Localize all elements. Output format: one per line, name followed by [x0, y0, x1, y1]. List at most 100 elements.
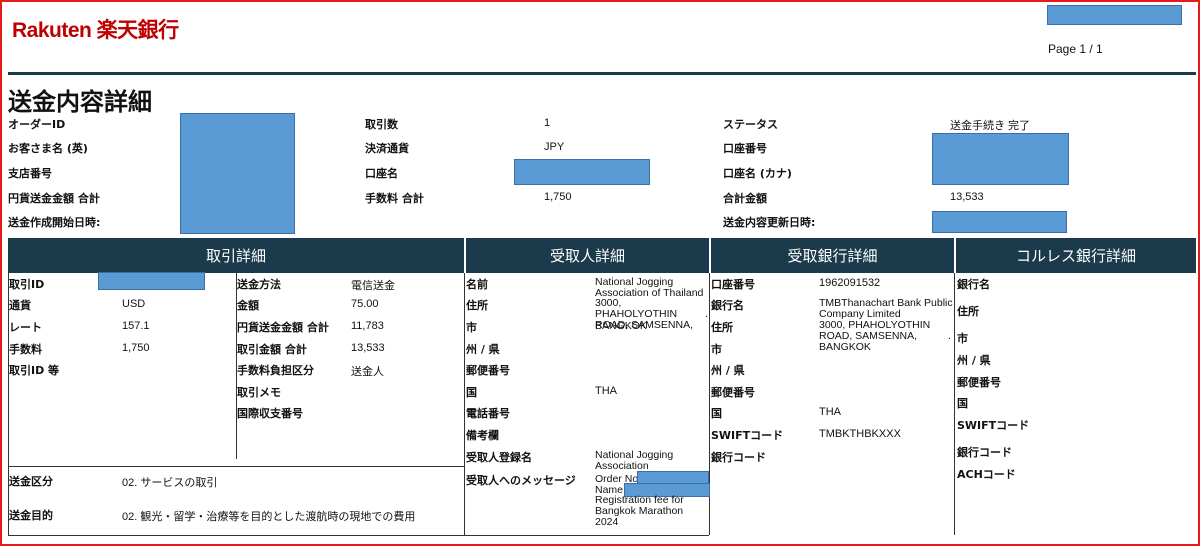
- recipient-name-label: 名前: [466, 278, 488, 291]
- recipient-phone-label: 電話番号: [466, 407, 510, 420]
- account-kana-label: 口座名 (カナ): [723, 167, 792, 180]
- fee: 1,750: [122, 342, 150, 354]
- txn-currency: USD: [122, 298, 146, 310]
- rakuten-bank-logo: Rakuten 楽天銀行: [12, 19, 179, 42]
- recipient-state-label: 州 / 県: [466, 343, 500, 356]
- order-id-label: オーダーID: [8, 118, 66, 131]
- corr-swift-label: SWIFTコード: [957, 419, 1030, 432]
- bank-city-label: 市: [711, 343, 722, 356]
- txn-count: 1: [544, 117, 551, 129]
- txn-jpy-total-label: 円貨送金金額 合計: [237, 321, 329, 334]
- txn-id-label: 取引ID: [9, 278, 45, 291]
- bank-country: THA: [819, 406, 841, 418]
- recipient-postal-label: 郵便番号: [466, 364, 510, 377]
- recipient-notes-label: 備考欄: [466, 429, 499, 442]
- bank-address-label: 住所: [711, 321, 733, 334]
- recipient-city: BANGKOK: [595, 320, 647, 332]
- table-border-bottom: [8, 535, 709, 536]
- purpose-label: 送金目的: [9, 509, 53, 522]
- corr-postal-label: 郵便番号: [957, 376, 1001, 389]
- page-number: Page 1 / 1: [1048, 42, 1103, 56]
- bank-swift-label: SWIFTコード: [711, 429, 784, 442]
- fee-bearer: 送金人: [351, 366, 384, 378]
- bank-account: 1962091532: [819, 277, 881, 289]
- txn-currency-label: 通貨: [9, 299, 31, 312]
- method-label: 送金方法: [237, 278, 281, 291]
- corr-state-label: 州 / 県: [957, 354, 991, 367]
- section-header-transaction: 取引詳細: [8, 238, 464, 273]
- redacted-txn-id: [98, 272, 205, 290]
- category-label: 送金区分: [9, 475, 53, 488]
- bank-swift: TMBKTHBKXXX: [819, 428, 901, 440]
- bank-name: TMBThanachart Bank Public Company Limite…: [819, 297, 953, 320]
- header-rule: [8, 72, 1196, 75]
- bank-country-label: 国: [711, 407, 722, 420]
- redacted-updated-time: [932, 211, 1067, 233]
- fee-total-label: 手数料 合計: [365, 192, 424, 205]
- bank-code-label: 銀行コード: [711, 451, 766, 464]
- transaction-border-right: [464, 273, 465, 535]
- category: 02. サービスの取引: [122, 477, 218, 489]
- rate: 157.1: [122, 320, 150, 332]
- message-text: Registration fee for Bangkok Marathon 20…: [595, 494, 684, 528]
- created-label: 送金作成開始日時:: [8, 216, 101, 229]
- status-label: ステータス: [723, 118, 778, 131]
- txn-jpy-total: 11,783: [351, 320, 384, 332]
- updated-label: 送金内容更新日時:: [723, 216, 816, 229]
- account-name-label: 口座名: [365, 167, 398, 180]
- section-header-recipient-bank: 受取銀行詳細: [711, 238, 954, 273]
- recipient-address-label: 住所: [466, 299, 488, 312]
- intl-code-label: 国際収支番号: [237, 407, 303, 420]
- redacted-account-name: [514, 159, 650, 185]
- bank-account-label: 口座番号: [711, 278, 755, 291]
- bank-name-label: 銀行名: [711, 299, 744, 312]
- section-header-recipient: 受取人詳細: [466, 238, 709, 273]
- grand-total: 13,533: [950, 191, 984, 203]
- corr-address-label: 住所: [957, 305, 979, 318]
- recipient-reg-name: National Jogging Association: [595, 449, 674, 472]
- corr-country-label: 国: [957, 397, 968, 410]
- recipient-reg-name-label: 受取人登録名: [466, 451, 532, 464]
- txn-id-etc-label: 取引ID 等: [9, 364, 60, 377]
- bank-state-label: 州 / 県: [711, 364, 745, 377]
- transaction-lower-divider: [8, 466, 464, 467]
- page-title: 送金内容詳細: [8, 88, 152, 116]
- status-value: 送金手続き 完了: [950, 120, 1031, 132]
- recipient-city-label: 市: [466, 321, 477, 334]
- txn-total: 13,533: [351, 342, 385, 354]
- corr-ach-label: ACHコード: [957, 468, 1016, 481]
- section-header-correspondent: コルレス銀行詳細: [956, 238, 1196, 273]
- bank-postal-label: 郵便番号: [711, 386, 755, 399]
- redacted-customer-info: [180, 113, 295, 234]
- recipient-bank-border-right: [954, 273, 955, 535]
- txn-count-label: 取引数: [365, 118, 398, 131]
- redacted-account-info: [932, 133, 1069, 185]
- recipient-country-label: 国: [466, 386, 477, 399]
- corr-bank-label: 銀行名: [957, 278, 990, 291]
- recipient-name: National Jogging Association of Thailand: [595, 276, 704, 299]
- currency-label: 決済通貨: [365, 142, 409, 155]
- fee-bearer-label: 手数料負担区分: [237, 364, 314, 377]
- amount-label: 金額: [237, 299, 259, 312]
- fee-total: 1,750: [544, 191, 572, 203]
- currency: JPY: [544, 141, 565, 153]
- recipient-country: THA: [595, 385, 617, 397]
- recipient-address-overflow: .: [705, 308, 708, 320]
- message-label: 受取人へのメッセージ: [466, 474, 576, 487]
- jpy-total-label: 円貨送金金額 合計: [8, 192, 100, 205]
- branch-label: 支店番号: [8, 167, 52, 180]
- purpose: 02. 観光・留学・治療等を目的とした渡航時の現地での費用: [122, 511, 416, 523]
- corr-city-label: 市: [957, 332, 968, 345]
- account-no-label: 口座番号: [723, 142, 767, 155]
- customer-name-label: お客さま名 (英): [8, 142, 88, 155]
- memo-label: 取引メモ: [237, 386, 281, 399]
- bank-address: 3000, PHAHOLYOTHIN ROAD, SAMSENNA, BANGK…: [819, 319, 931, 353]
- grand-total-label: 合計金額: [723, 192, 767, 205]
- txn-total-label: 取引金額 合計: [237, 343, 307, 356]
- redacted-header-info: [1047, 5, 1182, 25]
- corr-bank-code-label: 銀行コード: [957, 446, 1012, 459]
- method: 電信送金: [351, 280, 395, 292]
- fee-label: 手数料: [9, 343, 42, 356]
- rate-label: レート: [9, 321, 42, 334]
- amount: 75.00: [351, 298, 379, 310]
